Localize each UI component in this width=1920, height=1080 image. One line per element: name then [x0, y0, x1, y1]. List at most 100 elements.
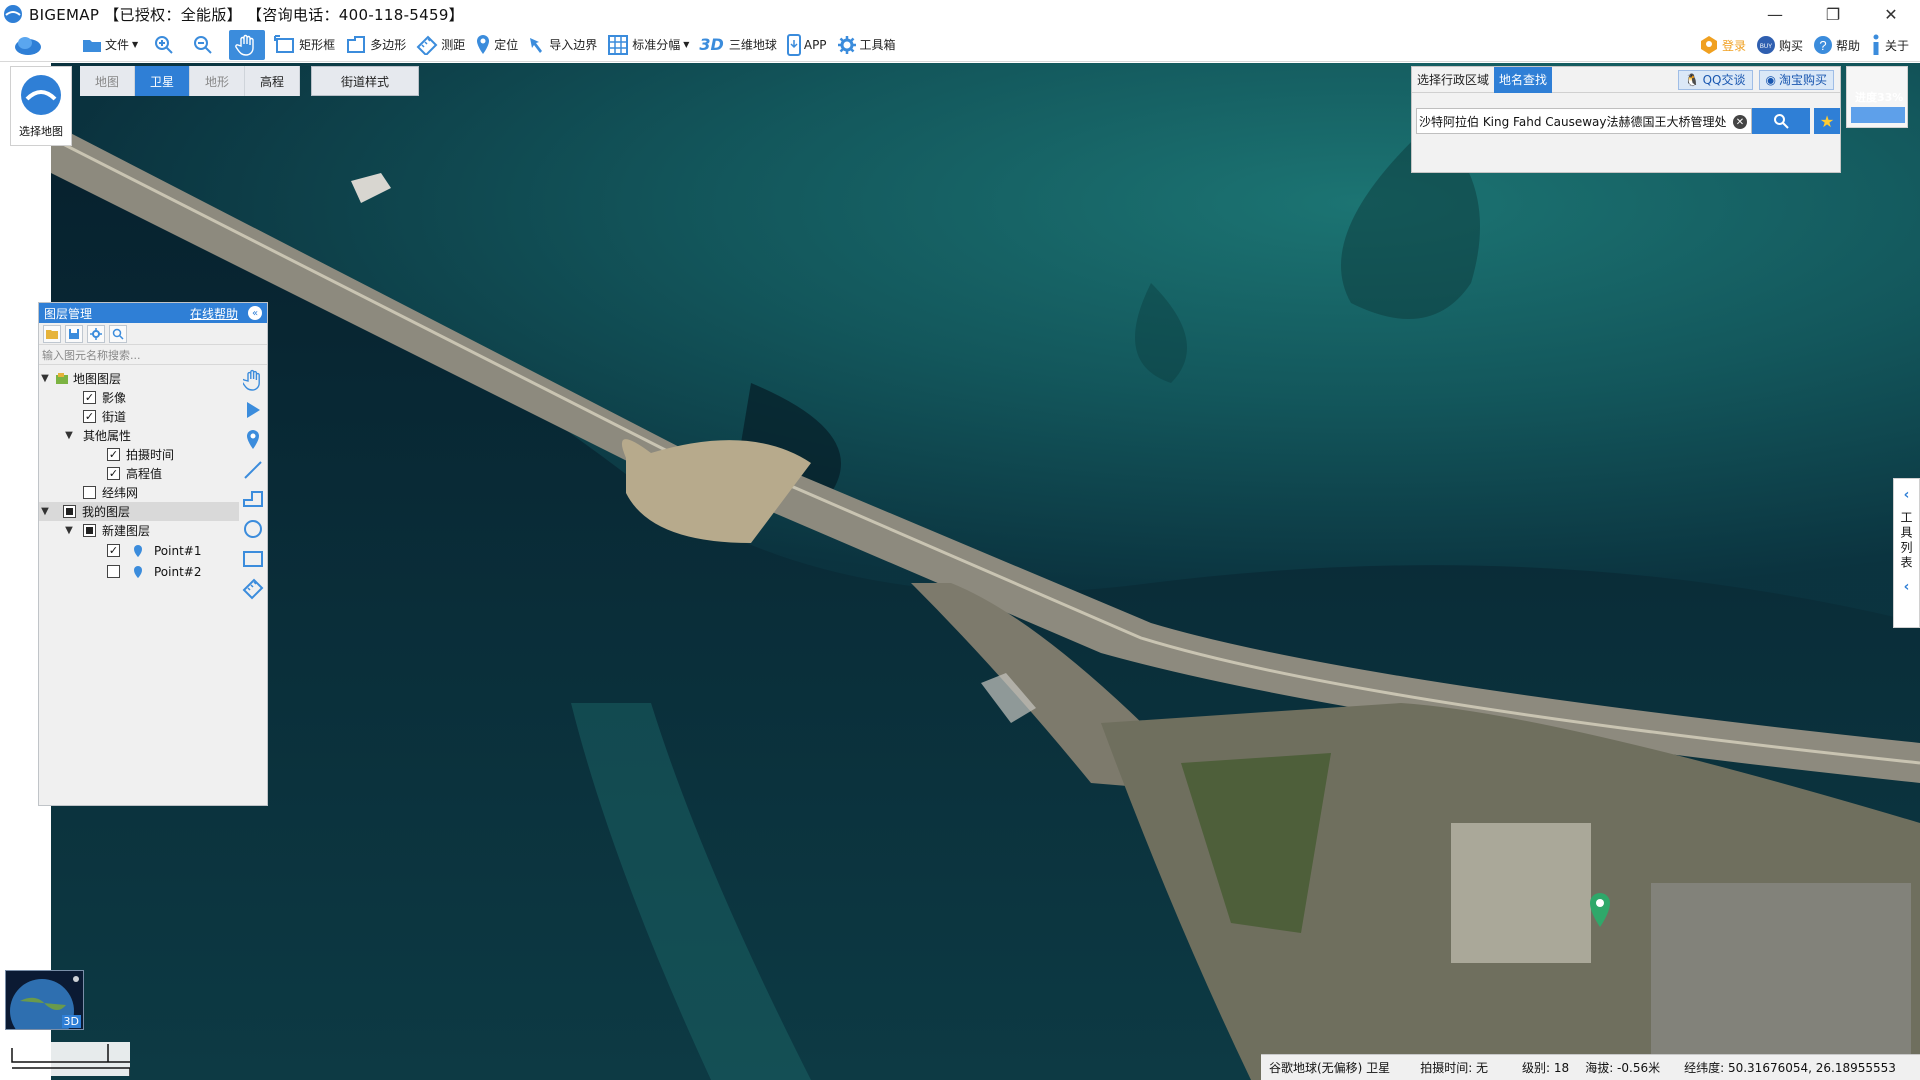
- login-label: 登录: [1721, 38, 1746, 53]
- street-style-button[interactable]: 街道样式: [311, 66, 419, 96]
- hand-icon[interactable]: [243, 369, 263, 391]
- svg-text:BUY: BUY: [1760, 44, 1772, 50]
- status-level: 级别: 18: [1522, 1061, 1570, 1075]
- expand-arrow-icon[interactable]: ▼: [63, 430, 75, 441]
- polygon-select-button[interactable]: 多边形: [340, 30, 411, 60]
- pan-tool-button[interactable]: [229, 29, 266, 60]
- tab-satellite[interactable]: 卫星: [135, 66, 190, 96]
- search-button[interactable]: [1752, 108, 1810, 134]
- checkbox-streets[interactable]: ✓: [83, 410, 96, 423]
- tree-node-map-layers[interactable]: ▼ 地图图层: [39, 369, 239, 388]
- open-folder-button[interactable]: [43, 324, 61, 343]
- locate-button[interactable]: 定位: [470, 30, 523, 60]
- app-menu-button[interactable]: [8, 30, 51, 60]
- select-map-button[interactable]: 选择地图: [10, 66, 72, 146]
- save-button[interactable]: [65, 324, 83, 343]
- expand-arrow-icon[interactable]: ▼: [63, 525, 75, 536]
- file-menu-button[interactable]: 文件 ▼: [77, 30, 143, 60]
- 3d-globe-label: 三维地球: [728, 38, 777, 52]
- online-help-link[interactable]: 在线帮助: [190, 305, 238, 322]
- phone-icon: [786, 33, 801, 56]
- checkbox-my-layers[interactable]: [63, 505, 76, 518]
- tool-list-panel[interactable]: ‹ 工具列表 ‹: [1893, 478, 1920, 628]
- expand-arrow-icon[interactable]: ▼: [39, 506, 51, 517]
- tab-map[interactable]: 地图: [80, 66, 135, 96]
- tree-node-capture-time[interactable]: ✓ 拍摄时间: [39, 445, 239, 464]
- taobao-buy-button[interactable]: ◉ 淘宝购买: [1758, 69, 1834, 90]
- tab-place-search[interactable]: 地名查找: [1494, 66, 1553, 93]
- ruler-icon[interactable]: [242, 578, 264, 600]
- buy-button[interactable]: BUY 购买: [1751, 30, 1808, 60]
- checkbox-graticule[interactable]: [83, 486, 96, 499]
- zoom-out-button[interactable]: [188, 30, 221, 60]
- user-badge-icon: [1700, 36, 1717, 54]
- rectangle-select-button[interactable]: 矩形框: [269, 30, 340, 60]
- 3d-globe-thumbnail[interactable]: 3D: [5, 970, 84, 1030]
- search-tabs: 选择行政区域 地名查找 🐧 QQ交谈 ◉ 淘宝购买: [1412, 66, 1840, 93]
- rectangle-icon[interactable]: [242, 549, 264, 569]
- tree-label: 新建图层: [102, 524, 151, 538]
- checkbox-new-layer[interactable]: [83, 524, 96, 537]
- checkbox-capture-time[interactable]: ✓: [107, 448, 120, 461]
- tree-node-point-1[interactable]: ✓ Point#1: [39, 540, 239, 561]
- toolbox-button[interactable]: 工具箱: [832, 30, 901, 60]
- app-button[interactable]: APP: [782, 30, 832, 60]
- circle-icon[interactable]: [242, 518, 264, 540]
- checkbox-imagery[interactable]: ✓: [83, 391, 96, 404]
- line-icon[interactable]: [243, 460, 263, 480]
- chevron-left-icon[interactable]: ‹: [1904, 487, 1910, 503]
- polygon-select-icon: [347, 35, 366, 53]
- standard-grid-button[interactable]: 标准分幅 ▼: [602, 30, 694, 60]
- 3d-globe-button[interactable]: 3D 三维地球: [694, 30, 781, 60]
- tree-node-other-attributes[interactable]: ▼ 其他属性: [39, 426, 239, 445]
- tree-node-imagery[interactable]: ✓ 影像: [39, 388, 239, 407]
- zoom-in-button[interactable]: [149, 30, 182, 60]
- tree-label: 我的图层: [82, 505, 131, 519]
- gear-icon: [837, 35, 856, 54]
- place-search-input[interactable]: 沙特阿拉伯 King Fahd Causeway法赫德国王大桥管理处 ✕: [1416, 108, 1752, 134]
- favorite-button[interactable]: ★: [1814, 108, 1840, 134]
- close-button[interactable]: ✕: [1862, 0, 1920, 28]
- help-button[interactable]: ? 帮助: [1808, 30, 1865, 60]
- collapse-icon[interactable]: «: [248, 306, 262, 320]
- login-button[interactable]: 登录: [1694, 30, 1751, 60]
- polygon-select-label: 多边形: [370, 38, 407, 52]
- status-capture-time: 拍摄时间: 无: [1420, 1061, 1489, 1075]
- clear-icon[interactable]: ✕: [1733, 115, 1747, 129]
- checkbox-elevation-value[interactable]: ✓: [107, 467, 120, 480]
- layer-settings-button[interactable]: [87, 324, 105, 343]
- maximize-button[interactable]: ❐: [1804, 0, 1862, 28]
- layer-search-button[interactable]: [109, 324, 127, 343]
- open-folder-icon: [46, 329, 58, 339]
- tab-select-region[interactable]: 选择行政区域: [1412, 67, 1494, 93]
- import-boundary-button[interactable]: 导入边界: [523, 30, 602, 60]
- qq-chat-button[interactable]: 🐧 QQ交谈: [1677, 69, 1753, 90]
- chevron-left-icon[interactable]: ‹: [1904, 579, 1910, 595]
- rectangle-select-label: 矩形框: [299, 38, 336, 52]
- tree-label: 影像: [102, 391, 127, 405]
- tree-node-streets[interactable]: ✓ 街道: [39, 407, 239, 426]
- tab-terrain[interactable]: 地形: [190, 66, 245, 96]
- minimize-button[interactable]: —: [1746, 0, 1804, 28]
- satellite-map[interactable]: [51, 63, 1920, 1080]
- star-icon: ★: [1819, 111, 1835, 131]
- layer-search-input[interactable]: 输入图元名称搜索...: [39, 345, 267, 365]
- tree-label: 高程值: [126, 467, 163, 481]
- about-button[interactable]: 关于: [1865, 30, 1914, 60]
- marker-icon[interactable]: [245, 429, 261, 451]
- checkbox-point-1[interactable]: ✓: [107, 544, 120, 557]
- arrow-icon[interactable]: [244, 400, 262, 420]
- layer-toolbar: [39, 323, 267, 345]
- tree-node-point-2[interactable]: Point#2: [39, 561, 239, 582]
- polyline-icon[interactable]: [242, 489, 264, 509]
- tree-node-my-layers[interactable]: ▼ 我的图层: [39, 502, 239, 521]
- expand-arrow-icon[interactable]: ▼: [39, 373, 51, 384]
- checkbox-point-2[interactable]: [107, 565, 120, 578]
- layer-panel-header: 图层管理 在线帮助 «: [39, 303, 267, 323]
- tree-node-elevation-value[interactable]: ✓ 高程值: [39, 464, 239, 483]
- tree-node-new-layer[interactable]: ▼ 新建图层: [39, 521, 239, 540]
- tree-node-graticule[interactable]: 经纬网: [39, 483, 239, 502]
- tab-elevation[interactable]: 高程: [245, 66, 300, 96]
- chevron-down-icon: ▼: [132, 40, 139, 49]
- measure-distance-button[interactable]: 测距: [411, 30, 470, 60]
